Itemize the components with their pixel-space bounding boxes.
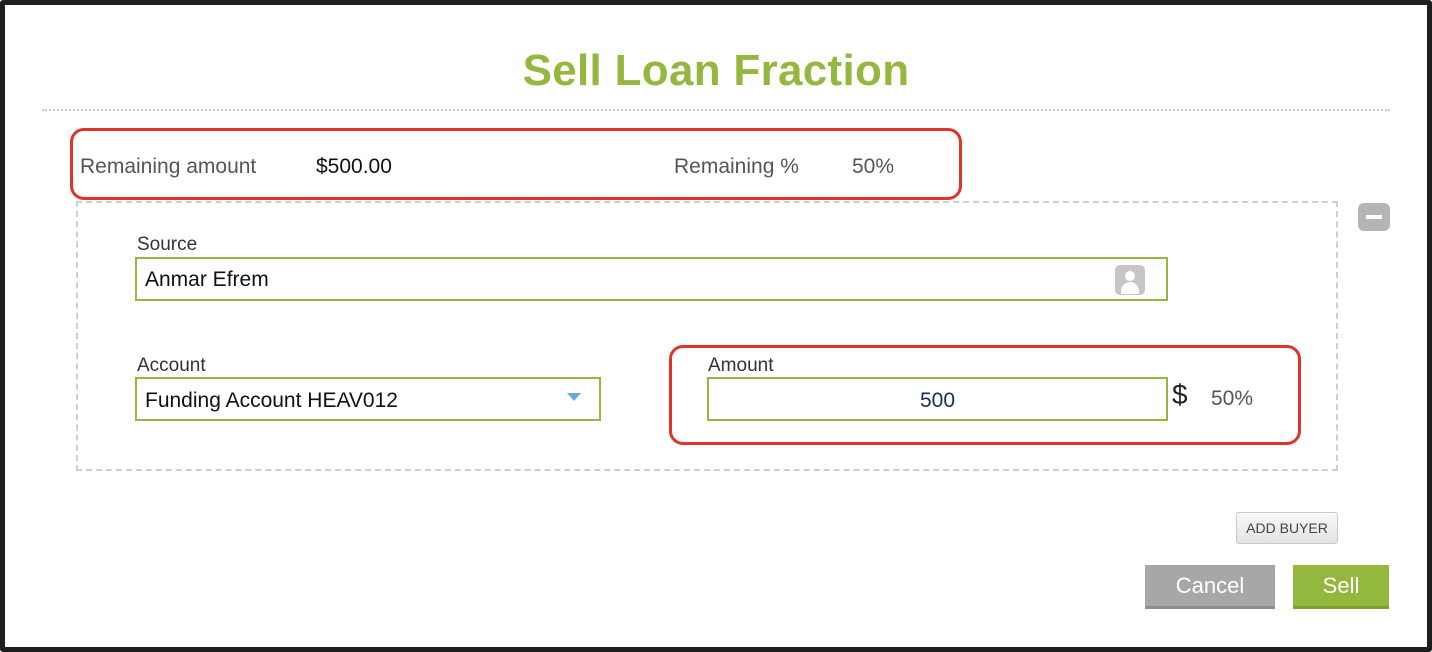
account-label: Account — [137, 355, 206, 376]
amount-input[interactable]: 500 — [707, 377, 1168, 421]
amount-percent: 50% — [1211, 387, 1254, 410]
currency-symbol: $ — [1172, 379, 1188, 410]
amount-label: Amount — [708, 355, 774, 376]
person-icon-body — [1121, 282, 1139, 294]
person-icon[interactable] — [1115, 265, 1145, 295]
remove-buyer-button[interactable] — [1358, 203, 1390, 231]
remaining-amount-value: $500.00 — [316, 155, 392, 178]
remaining-percent-value: 50% — [852, 155, 895, 178]
person-icon-head — [1125, 271, 1135, 281]
title-divider — [42, 109, 1390, 111]
source-label: Source — [137, 234, 198, 255]
remaining-percent-label: Remaining % — [674, 155, 799, 178]
remaining-amount-label: Remaining amount — [80, 155, 257, 178]
chevron-down-icon[interactable] — [567, 393, 581, 401]
cancel-button[interactable]: Cancel — [1145, 565, 1275, 609]
source-input[interactable]: Anmar Efrem — [135, 257, 1168, 301]
account-select[interactable]: Funding Account HEAV012 — [135, 377, 601, 421]
add-buyer-button[interactable]: ADD BUYER — [1236, 512, 1338, 544]
sell-button[interactable]: Sell — [1293, 565, 1389, 609]
dialog-title: Sell Loan Fraction — [522, 46, 910, 95]
